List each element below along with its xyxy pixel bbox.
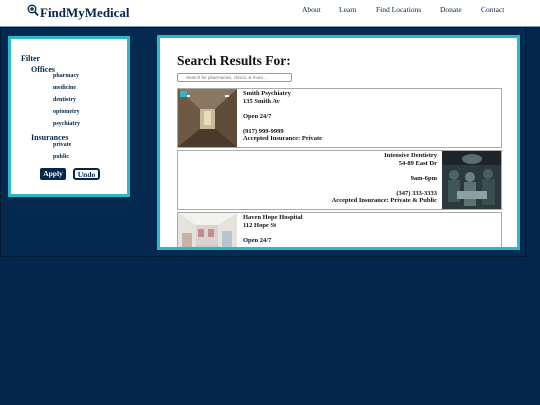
main-nav: About Learn Find Locations Donate Contac…: [0, 5, 540, 19]
place-name: Smith Psychiatry: [243, 90, 291, 97]
result-card-smith-psychiatry[interactable]: Smith Psychiatry 135 Smith Av Open 24/7 …: [177, 88, 502, 148]
filter-option-medicine[interactable]: medicine: [53, 85, 76, 91]
place-address: 112 Hope St: [243, 221, 277, 229]
result-card-haven-hope-hospital[interactable]: Haven Hope Hospital 112 Hope St Open 24/…: [177, 212, 502, 247]
hospital-ward-photo: [178, 213, 237, 247]
place-hours: Open 24/7: [243, 236, 272, 244]
filter-option-public[interactable]: public: [53, 154, 69, 160]
results-title: Search Results For:: [177, 53, 291, 68]
undo-button[interactable]: Undo: [73, 168, 100, 180]
filter-title: Filter: [21, 54, 41, 63]
nav-link-about[interactable]: About: [302, 5, 321, 14]
place-address: 54-89 East Dr: [398, 159, 437, 167]
place-hours: 9am-6pm: [410, 174, 437, 182]
apply-button[interactable]: Apply: [40, 168, 66, 180]
results-panel: Search Results For: Smith Psychiatry 135…: [157, 35, 520, 250]
result-card-intensive-dentistry[interactable]: Intensive Dentistry 54-89 East Dr 9am-6p…: [177, 150, 502, 210]
filter-option-optometry[interactable]: optometry: [53, 109, 80, 115]
place-phone: (917) 999-9999: [243, 127, 284, 135]
filter-group-insurances: Insurances: [31, 133, 69, 142]
place-insurance: Accepted Insurance: Private & Public: [331, 197, 437, 204]
operating-room-photo: [442, 151, 501, 209]
nav-link-find-locations[interactable]: Find Locations: [376, 5, 421, 14]
top-navigation-bar: FindMyMedical About Learn Find Locations…: [0, 0, 540, 26]
filter-option-private[interactable]: private: [53, 142, 71, 148]
filter-option-psychiatry[interactable]: psychiatry: [53, 121, 80, 127]
nav-link-learn[interactable]: Learn: [339, 5, 357, 14]
place-phone: (347) 333-3333: [396, 189, 437, 197]
filter-panel: Filter Offices pharmacy medicine dentist…: [8, 36, 130, 197]
filter-option-dentistry[interactable]: dentistry: [53, 97, 76, 103]
place-name: Intensive Dentistry: [384, 152, 437, 159]
place-hours: Open 24/7: [243, 112, 272, 120]
place-insurance: Accepted Insurance: Private: [243, 135, 323, 142]
result-card-text: Smith Psychiatry 135 Smith Av Open 24/7 …: [243, 90, 322, 143]
search-input[interactable]: [177, 73, 292, 82]
hallway-photo: [178, 89, 237, 147]
place-name: Haven Hope Hospital: [243, 214, 303, 221]
result-card-text: Haven Hope Hospital 112 Hope St Open 24/…: [243, 214, 303, 244]
nav-link-donate[interactable]: Donate: [440, 5, 462, 14]
filter-option-pharmacy[interactable]: pharmacy: [53, 73, 79, 79]
result-card-text: Intensive Dentistry 54-89 East Dr 9am-6p…: [332, 152, 437, 205]
place-address: 135 Smith Av: [243, 97, 280, 105]
filter-group-offices: Offices: [31, 65, 55, 74]
nav-link-contact[interactable]: Contact: [481, 5, 504, 14]
